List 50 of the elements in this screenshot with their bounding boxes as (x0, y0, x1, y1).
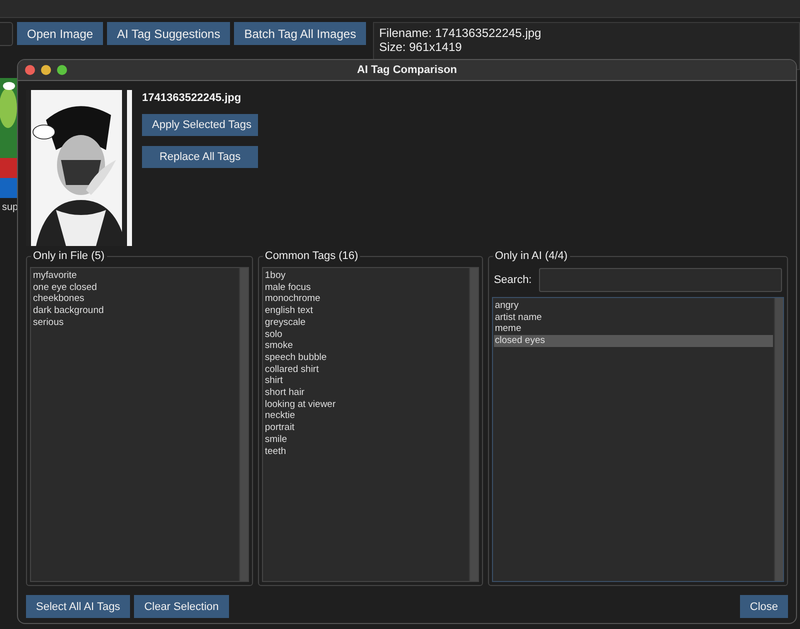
tag-item[interactable]: monochrome (264, 293, 468, 306)
footer-button[interactable]: Clear Selection (134, 595, 229, 618)
tag-item[interactable]: serious (32, 316, 238, 329)
tag-item[interactable]: solo (264, 328, 468, 340)
tag-item[interactable]: collared shirt (264, 364, 468, 376)
tag-item[interactable]: shirt (264, 375, 468, 388)
input-field[interactable] (0, 22, 13, 46)
group-title: Common Tags (16) (262, 250, 360, 262)
search-label: Search: (494, 274, 532, 286)
info-text: Size: 961x1419 (379, 40, 463, 54)
action-button[interactable]: Replace All Tags (142, 146, 258, 168)
tag-item[interactable]: male focus (264, 282, 468, 294)
tag-item[interactable]: smile (264, 434, 468, 446)
tag-item[interactable]: english text (264, 305, 468, 317)
group-title: Only in AI (4/4) (492, 250, 570, 262)
file-name: 1741363522245.jpg (142, 92, 242, 104)
tag-item[interactable]: myfavorite (32, 270, 238, 282)
group-title: Only in File (5) (31, 250, 107, 262)
info-text: Filename: 1741363522245.jpg (379, 26, 542, 40)
tag-item[interactable]: closed eyes (494, 335, 773, 347)
scrollbar[interactable] (468, 268, 478, 581)
close-button[interactable]: Close (740, 595, 788, 618)
toolbar-button[interactable]: Batch Tag All Images (234, 22, 366, 45)
close-icon[interactable] (25, 65, 35, 75)
search-field[interactable] (538, 268, 782, 292)
tag-item[interactable]: greyscale (264, 316, 468, 329)
tag-item[interactable]: 1boy (264, 270, 468, 282)
tag-item[interactable]: necktie (264, 410, 468, 422)
action-button[interactable]: Apply Selected Tags (142, 114, 258, 136)
minimize-icon[interactable] (41, 65, 51, 75)
tag-item[interactable]: looking at viewer (264, 398, 468, 410)
tag-item[interactable]: artist name (494, 312, 773, 324)
toolbar-button[interactable]: AI Tag Suggestions (107, 22, 230, 45)
tag-item[interactable]: speech bubble (264, 352, 468, 364)
footer-button[interactable]: Select All AI Tags (26, 595, 130, 618)
tag-item[interactable]: one eye closed (32, 282, 238, 294)
scrollbar[interactable] (774, 298, 783, 581)
tag-item[interactable]: short hair (264, 387, 468, 399)
tag-item[interactable]: teeth (264, 446, 468, 458)
dialog-title: AI Tag Comparison (356, 64, 458, 76)
tag-item[interactable]: angry (494, 300, 773, 312)
thumbnail-caption: sup (1, 202, 17, 213)
maximize-icon[interactable] (57, 65, 67, 75)
scrollbar[interactable] (238, 268, 248, 581)
tag-item[interactable]: smoke (264, 340, 468, 352)
tag-item[interactable]: cheekbones (32, 293, 238, 306)
tag-item[interactable]: dark background (32, 305, 238, 317)
tag-item[interactable]: meme (494, 323, 773, 336)
tag-item[interactable]: portrait (264, 422, 468, 434)
toolbar-button[interactable]: Open Image (17, 22, 104, 45)
